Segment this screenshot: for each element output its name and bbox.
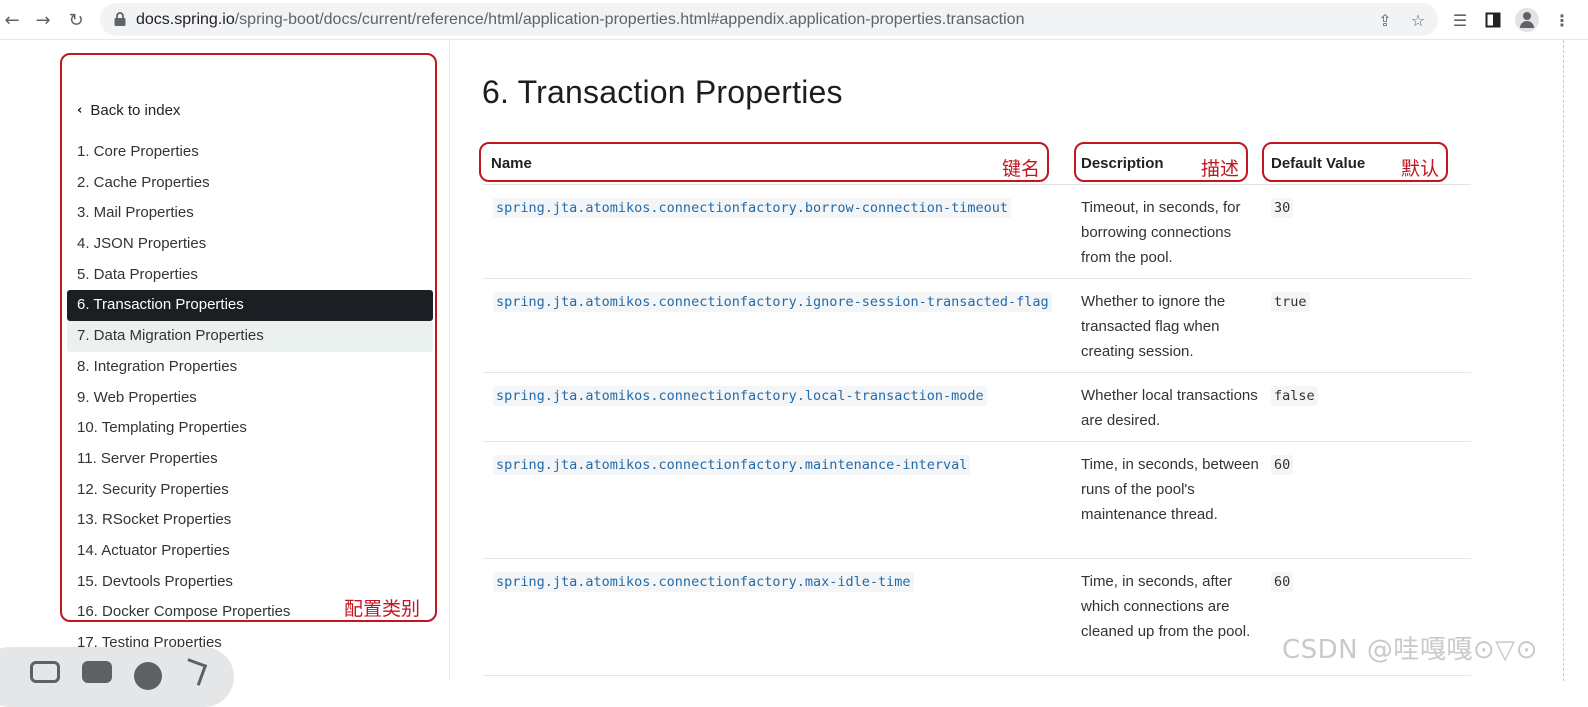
table-header-row: Name Description Default Value xyxy=(483,144,1471,185)
property-name-link[interactable]: spring.jta.atomikos.connectionfactory.lo… xyxy=(493,385,987,406)
sidebar-item[interactable]: 14. Actuator Properties xyxy=(67,536,433,567)
property-name-cell: spring.jta.atomikos.connectionfactory.ma… xyxy=(483,441,1073,559)
reload-icon[interactable]: ↻ xyxy=(64,8,88,32)
back-to-index-label: Back to index xyxy=(90,102,181,119)
property-description-cell: Time, in seconds, between runs of the po… xyxy=(1073,441,1263,559)
url-host: docs.spring.io xyxy=(136,11,235,28)
default-value: false xyxy=(1271,385,1318,406)
browser-toolbar: ← → ↻ docs.spring.io/spring-boot/docs/cu… xyxy=(0,0,1588,40)
sidebar-item[interactable]: 12. Security Properties xyxy=(67,475,433,506)
property-name-link[interactable]: spring.jta.atomikos.connectionfactory.ma… xyxy=(493,454,971,475)
property-default-cell: 60 xyxy=(1263,441,1471,559)
default-value: 30 xyxy=(1271,197,1294,218)
lock-icon[interactable] xyxy=(113,12,127,27)
default-value: 60 xyxy=(1271,454,1294,475)
back-arrow-icon[interactable]: ← xyxy=(0,8,24,32)
property-description-cell: Time, in seconds, after which connection… xyxy=(1073,558,1263,676)
table-row: spring.jta.atomikos.connectionfactory.ig… xyxy=(483,278,1471,373)
table-of-contents: 1. Core Properties 2. Cache Properties 3. … xyxy=(67,137,433,659)
property-name-link[interactable]: spring.jta.atomikos.connectionfactory.ma… xyxy=(493,571,914,592)
table-row: spring.jta.atomikos.connectionfactory.bo… xyxy=(483,184,1471,279)
sidebar-item[interactable]: 5. Data Properties xyxy=(67,260,433,291)
record-icon[interactable] xyxy=(134,662,162,690)
watermark: CSDN @哇嘎嘎⊙▽⊙ xyxy=(1282,635,1538,665)
crop-icon[interactable] xyxy=(30,661,60,683)
property-description-cell: Whether to ignore the transacted flag wh… xyxy=(1073,278,1263,373)
address-bar[interactable]: docs.spring.io/spring-boot/docs/current/… xyxy=(100,3,1438,36)
properties-table: Name Description Default Value spring.jt… xyxy=(483,144,1471,676)
sidebar-item[interactable]: 10. Templating Properties xyxy=(67,413,433,444)
sidebar-item[interactable]: 7. Data Migration Properties xyxy=(67,321,433,352)
property-description-cell: Whether local transactions are desired. xyxy=(1073,372,1263,442)
property-default-cell: true xyxy=(1263,278,1471,373)
property-name-cell: spring.jta.atomikos.connectionfactory.bo… xyxy=(483,184,1073,279)
property-name-cell: spring.jta.atomikos.connectionfactory.ig… xyxy=(483,278,1073,373)
profile-avatar-icon[interactable] xyxy=(1515,8,1539,32)
chevron-left-icon: ‹ xyxy=(77,103,83,118)
property-description-cell: Timeout, in seconds, for borrowing conne… xyxy=(1073,184,1263,279)
sidebar-item[interactable]: 9. Web Properties xyxy=(67,383,433,414)
default-value: 60 xyxy=(1271,571,1294,592)
share-icon[interactable]: ⇪ xyxy=(1374,9,1396,31)
property-default-cell: false xyxy=(1263,372,1471,442)
sidebar: ‹ Back to index 1. Core Properties 2. Cac… xyxy=(0,40,450,681)
column-header-description: Description xyxy=(1073,144,1263,185)
sidebar-item[interactable]: 2. Cache Properties xyxy=(67,168,433,199)
sidebar-item[interactable]: 6. Transaction Properties xyxy=(67,290,433,322)
reading-list-icon[interactable]: ☰ xyxy=(1448,8,1472,32)
property-default-cell: 30 xyxy=(1263,184,1471,279)
sidebar-item[interactable]: 4. JSON Properties xyxy=(67,229,433,260)
column-header-default: Default Value xyxy=(1263,144,1471,185)
sidebar-item[interactable]: 1. Core Properties xyxy=(67,137,433,168)
default-value: true xyxy=(1271,291,1310,312)
property-name-cell: spring.jta.atomikos.connectionfactory.ma… xyxy=(483,558,1073,676)
column-header-name: Name xyxy=(483,144,1073,185)
sidebar-item[interactable]: 11. Server Properties xyxy=(67,444,433,475)
sidebar-item[interactable]: 15. Devtools Properties xyxy=(67,567,433,598)
bookmark-star-icon[interactable]: ☆ xyxy=(1407,9,1429,31)
sidebar-item[interactable]: 8. Integration Properties xyxy=(67,352,433,383)
menu-kebab-icon[interactable]: ⋮ xyxy=(1550,8,1574,32)
property-name-link[interactable]: spring.jta.atomikos.connectionfactory.bo… xyxy=(493,197,1012,218)
table-row: spring.jta.atomikos.connectionfactory.ma… xyxy=(483,441,1471,559)
page-title: 6. Transaction Properties xyxy=(482,74,843,110)
annotation-label-sidebar: 配置类别 xyxy=(344,598,421,620)
sidebar-item[interactable]: 13. RSocket Properties xyxy=(67,505,433,536)
back-to-index-link[interactable]: ‹ Back to index xyxy=(77,102,180,119)
sidebar-item[interactable]: 3. Mail Properties xyxy=(67,198,433,229)
table-row: spring.jta.atomikos.connectionfactory.lo… xyxy=(483,372,1471,442)
side-panel-icon[interactable] xyxy=(1481,8,1505,32)
url-path: /spring-boot/docs/current/reference/html… xyxy=(234,11,1025,28)
url-text[interactable]: docs.spring.io/spring-boot/docs/current/… xyxy=(136,11,1024,29)
property-name-link[interactable]: spring.jta.atomikos.connectionfactory.ig… xyxy=(493,291,1052,312)
property-name-cell: spring.jta.atomikos.connectionfactory.lo… xyxy=(483,372,1073,442)
video-camera-icon[interactable] xyxy=(82,661,112,683)
forward-arrow-icon[interactable]: → xyxy=(31,8,55,32)
page-scrollbar[interactable] xyxy=(1563,40,1564,681)
